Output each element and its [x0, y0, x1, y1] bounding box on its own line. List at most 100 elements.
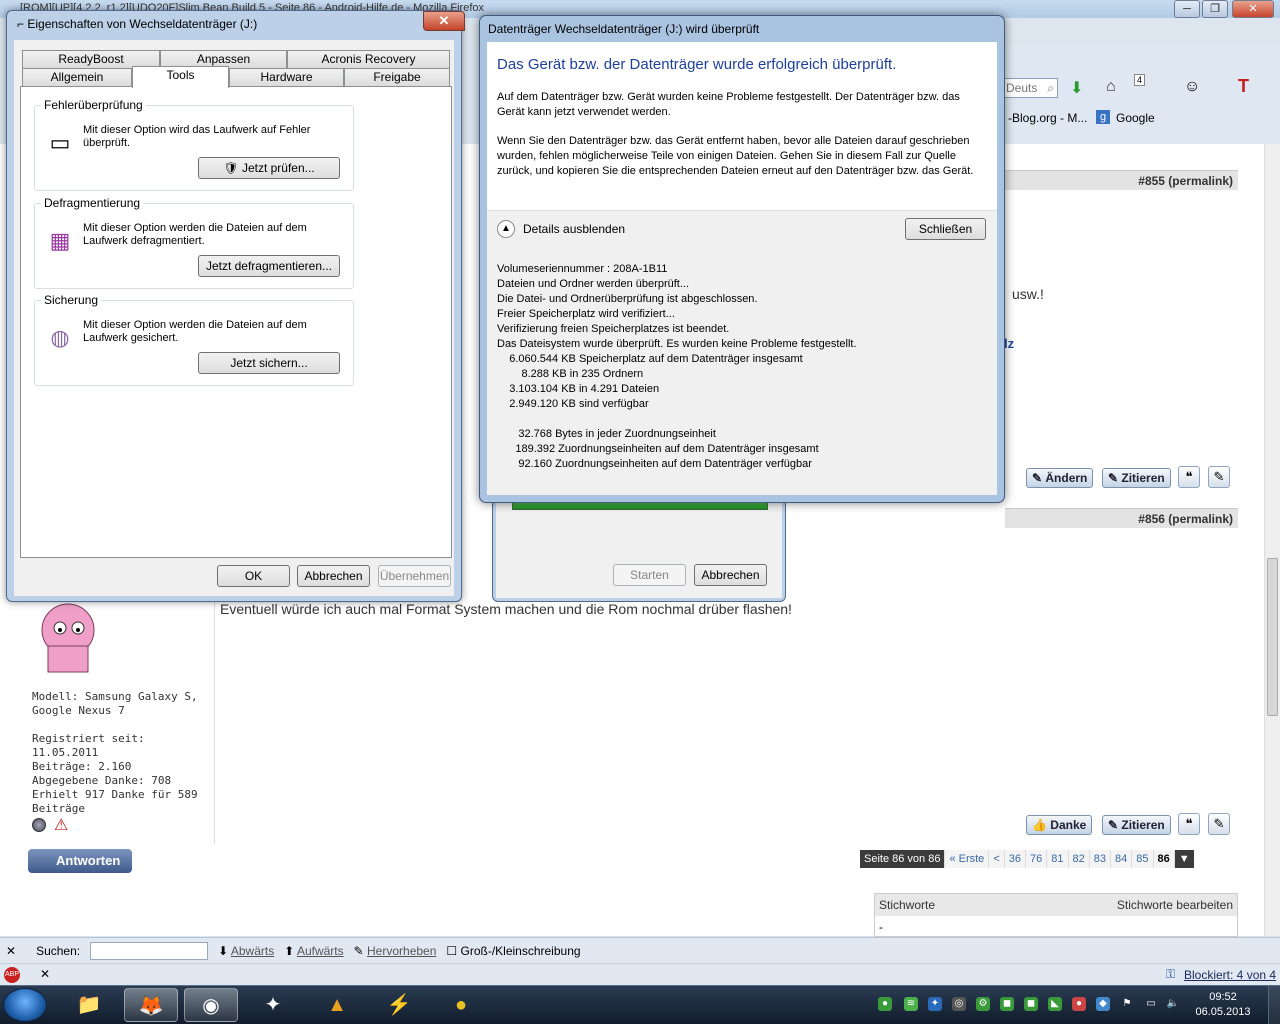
group-description: Mit dieser Option werden die Dateien auf…	[83, 222, 307, 247]
check-now-button[interactable]: 🛡 Jetzt prüfen...	[198, 157, 340, 179]
page-link[interactable]: 85	[1131, 850, 1153, 868]
find-up-button[interactable]: ⬆ Aufwärts	[284, 944, 343, 958]
tab-hardware[interactable]: Hardware	[229, 68, 344, 86]
rss-tray-icon[interactable]: ≋	[904, 997, 918, 1011]
match-case-checkbox[interactable]: ☐ Groß-/Kleinschreibung	[446, 944, 580, 958]
tray-icon[interactable]: ●	[1072, 997, 1086, 1011]
post-855-header: #855 (permalink)	[1005, 170, 1238, 190]
network-icon[interactable]: ▭	[1144, 997, 1158, 1011]
page-scrollbar[interactable]	[1264, 144, 1280, 936]
defragment-now-button[interactable]: Jetzt defragmentieren...	[198, 255, 340, 277]
tab-freigabe[interactable]: Freigabe	[344, 68, 450, 86]
tray-icon[interactable]: ●	[878, 997, 892, 1011]
quick-reply-icon[interactable]: ✎	[1208, 466, 1230, 488]
status-bar: ABP ✕ ⚿ Blockiert: 4 von 4	[0, 963, 1280, 985]
dialog-close-button[interactable]: ✕	[423, 11, 465, 31]
page-link[interactable]: 81	[1046, 850, 1068, 868]
explorer-taskbar-icon[interactable]: 📁	[62, 988, 116, 1022]
edit-post-button[interactable]: ✎ Ändern	[1026, 468, 1094, 488]
bookmark-google[interactable]: Google	[1116, 111, 1155, 125]
download-icon[interactable]: ⬇	[1070, 78, 1083, 98]
apply-button: Übernehmen	[378, 565, 451, 587]
firefox-taskbar-icon[interactable]: 🦊	[124, 988, 178, 1022]
clock-date: 06.05.2013	[1195, 1006, 1251, 1018]
edit-tags-link[interactable]: Stichworte bearbeiten	[1117, 898, 1233, 912]
tray-icon[interactable]: ◆	[1096, 997, 1110, 1011]
post-856-permalink[interactable]: #856 (permalink)	[1138, 512, 1233, 526]
page-link[interactable]: 83	[1088, 850, 1110, 868]
bookmark-blog[interactable]: -Blog.org - M...	[1008, 111, 1087, 125]
quote-post-button-2[interactable]: ✎ Zitieren	[1102, 815, 1171, 835]
ok-button[interactable]: OK	[217, 565, 290, 587]
link-snippet[interactable]: lz	[1004, 336, 1014, 351]
chevron-up-icon[interactable]: ▲	[497, 220, 515, 238]
tool-taskbar-icon[interactable]: ✦	[246, 988, 300, 1022]
result-paragraph-2: Wenn Sie den Datenträger bzw. das Gerät …	[497, 135, 974, 177]
lightning-app-taskbar-icon[interactable]: ⚡	[372, 988, 426, 1022]
minimize-button[interactable]: ─	[1174, 0, 1200, 18]
cancel-check-button[interactable]: Abbrechen	[694, 564, 767, 586]
group-caption: Sicherung	[41, 293, 102, 307]
page-link[interactable]: 76	[1025, 850, 1047, 868]
page-dropdown-icon[interactable]: ▼	[1173, 850, 1194, 868]
t-addon-icon[interactable]: T	[1238, 76, 1249, 97]
show-desktop-button[interactable]	[1268, 986, 1280, 1024]
maximize-button[interactable]: ❐	[1202, 0, 1228, 18]
close-button[interactable]: Schließen	[905, 218, 986, 240]
quick-reply-icon-2[interactable]: ✎	[1208, 813, 1230, 835]
report-icon[interactable]: ⚠	[54, 815, 68, 835]
close-window-button[interactable]: ✕	[1232, 0, 1274, 18]
page-first[interactable]: « Erste	[944, 850, 989, 868]
reply-button[interactable]: Antworten	[28, 849, 132, 873]
blocked-icon: ⚿	[1166, 967, 1176, 981]
find-bar: ✕ Suchen: ⬇ Abwärts ⬆ Aufwärts ✎ Hervorh…	[0, 937, 1280, 963]
post-855-permalink[interactable]: #855 (permalink)	[1138, 174, 1233, 188]
backup-now-button[interactable]: Jetzt sichern...	[198, 352, 340, 374]
user-info-line: Google Nexus 7	[32, 704, 125, 717]
dialog-title: Datenträger Wechseldatenträger (J:) wird…	[488, 22, 760, 36]
drive-icon: ▭	[49, 130, 71, 155]
thanks-button[interactable]: 👍 Danke	[1026, 815, 1093, 835]
dropbox-tray-icon[interactable]: ✦	[928, 997, 942, 1011]
scrollbar-thumb[interactable]	[1267, 558, 1278, 716]
start-button[interactable]	[3, 988, 47, 1022]
nvidia-tray-icon[interactable]: ◣	[1048, 997, 1062, 1011]
action-center-icon[interactable]: ⚑	[1120, 997, 1134, 1011]
find-input[interactable]	[90, 941, 209, 960]
findbar-close-icon[interactable]: ✕	[6, 944, 16, 958]
multiquote-icon-2[interactable]: ❝	[1178, 813, 1200, 835]
addon-face-icon[interactable]: ☺	[1184, 78, 1200, 96]
clock[interactable]: 09:52 06.05.2013	[1188, 990, 1258, 1020]
app-taskbar-icon[interactable]: ◉	[184, 988, 238, 1022]
user-avatar[interactable]	[32, 600, 106, 676]
tab-allgemein[interactable]: Allgemein	[22, 68, 132, 86]
page-link[interactable]: 36	[1003, 850, 1025, 868]
cancel-button[interactable]: Abbrechen	[297, 565, 370, 587]
page-link[interactable]: 84	[1110, 850, 1132, 868]
tab-acronis-recovery[interactable]: Acronis Recovery	[287, 50, 450, 68]
page-prev[interactable]: <	[988, 850, 1004, 868]
tab-tools[interactable]: Tools	[132, 66, 229, 88]
find-down-button[interactable]: ⬇ Abwärts	[218, 944, 274, 958]
home-icon[interactable]: ⌂	[1106, 78, 1116, 96]
tray-icon[interactable]: ◎	[952, 997, 966, 1011]
tags-box: Stichworte Stichworte bearbeiten -	[874, 893, 1238, 937]
tray-icon[interactable]: ◼	[1024, 997, 1038, 1011]
statusbar-close-icon[interactable]: ✕	[40, 967, 50, 981]
tray-icon[interactable]: ⚙	[976, 997, 990, 1011]
user-info-line: Beiträge: 2.160	[32, 760, 132, 773]
page-link[interactable]: 82	[1067, 850, 1089, 868]
ue-app-taskbar-icon[interactable]: ●	[434, 988, 488, 1022]
tray-icon[interactable]: ◼	[1000, 997, 1014, 1011]
quote-post-button[interactable]: ✎ Zitieren	[1102, 468, 1171, 488]
multiquote-icon[interactable]: ❝	[1178, 466, 1200, 488]
highlight-button[interactable]: ✎ Hervorheben	[354, 944, 437, 958]
triangle-app-taskbar-icon[interactable]: ▲	[310, 988, 364, 1022]
hide-details-toggle[interactable]: Details ausblenden	[523, 222, 625, 236]
blocked-status[interactable]: Blockiert: 4 von 4	[1184, 968, 1276, 982]
search-input[interactable]: Deuts ⌕	[1002, 78, 1058, 98]
user-info-line	[32, 718, 212, 732]
volume-icon[interactable]: 🔈	[1166, 997, 1180, 1011]
post-body-text: Eventuell würde ich auch mal Format Syst…	[220, 601, 792, 617]
adblock-icon[interactable]: ABP	[4, 967, 20, 983]
